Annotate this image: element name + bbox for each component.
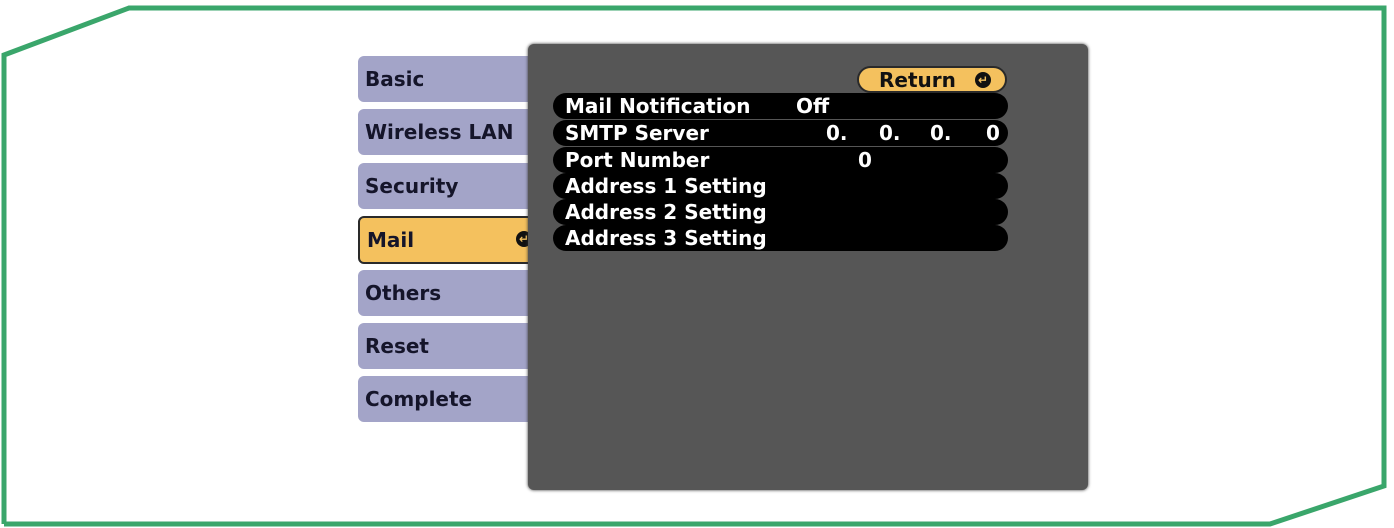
row-port-number[interactable]: Port Number 0 <box>553 147 1008 173</box>
smtp-octet-3: 0. <box>930 121 952 145</box>
row-address-1-setting[interactable]: Address 1 Setting <box>553 173 1008 199</box>
tab-label: Complete <box>365 387 473 411</box>
tab-label: Wireless LAN <box>365 120 514 144</box>
smtp-octet-2: 0. <box>879 121 901 145</box>
row-label: Address 2 Setting <box>565 200 767 224</box>
tab-label: Others <box>365 281 442 305</box>
tab-mail[interactable]: Mail ↵ <box>358 216 540 264</box>
smtp-octet-4: 0 <box>986 121 1000 145</box>
smtp-octet-1: 0. <box>826 121 848 145</box>
tab-reset[interactable]: Reset <box>358 323 540 369</box>
tab-basic[interactable]: Basic <box>358 56 540 102</box>
enter-icon: ↵ <box>975 72 991 88</box>
tab-wireless-lan[interactable]: Wireless LAN <box>358 109 540 155</box>
tab-security[interactable]: Security <box>358 163 540 209</box>
row-label: Mail Notification <box>565 94 751 118</box>
tab-label: Reset <box>365 334 429 358</box>
tab-complete[interactable]: Complete <box>358 376 540 422</box>
row-mail-notification[interactable]: Mail Notification Off <box>553 93 1008 119</box>
row-address-3-setting[interactable]: Address 3 Setting <box>553 225 1008 251</box>
row-label: Port Number <box>565 148 710 172</box>
row-value: Off <box>796 94 830 118</box>
return-label: Return <box>879 67 956 92</box>
row-value: 0 <box>858 148 872 172</box>
row-label: Address 1 Setting <box>565 174 767 198</box>
row-address-2-setting[interactable]: Address 2 Setting <box>553 199 1008 225</box>
row-smtp-server[interactable]: SMTP Server 0. 0. 0. 0 <box>553 120 1008 146</box>
tab-others[interactable]: Others <box>358 270 540 316</box>
row-label: Address 3 Setting <box>565 226 767 250</box>
tab-label: Basic <box>365 67 425 91</box>
row-label: SMTP Server <box>565 121 709 145</box>
tab-label: Security <box>365 174 459 198</box>
return-button[interactable]: Return ↵ <box>857 66 1007 93</box>
tab-label: Mail <box>367 228 415 252</box>
